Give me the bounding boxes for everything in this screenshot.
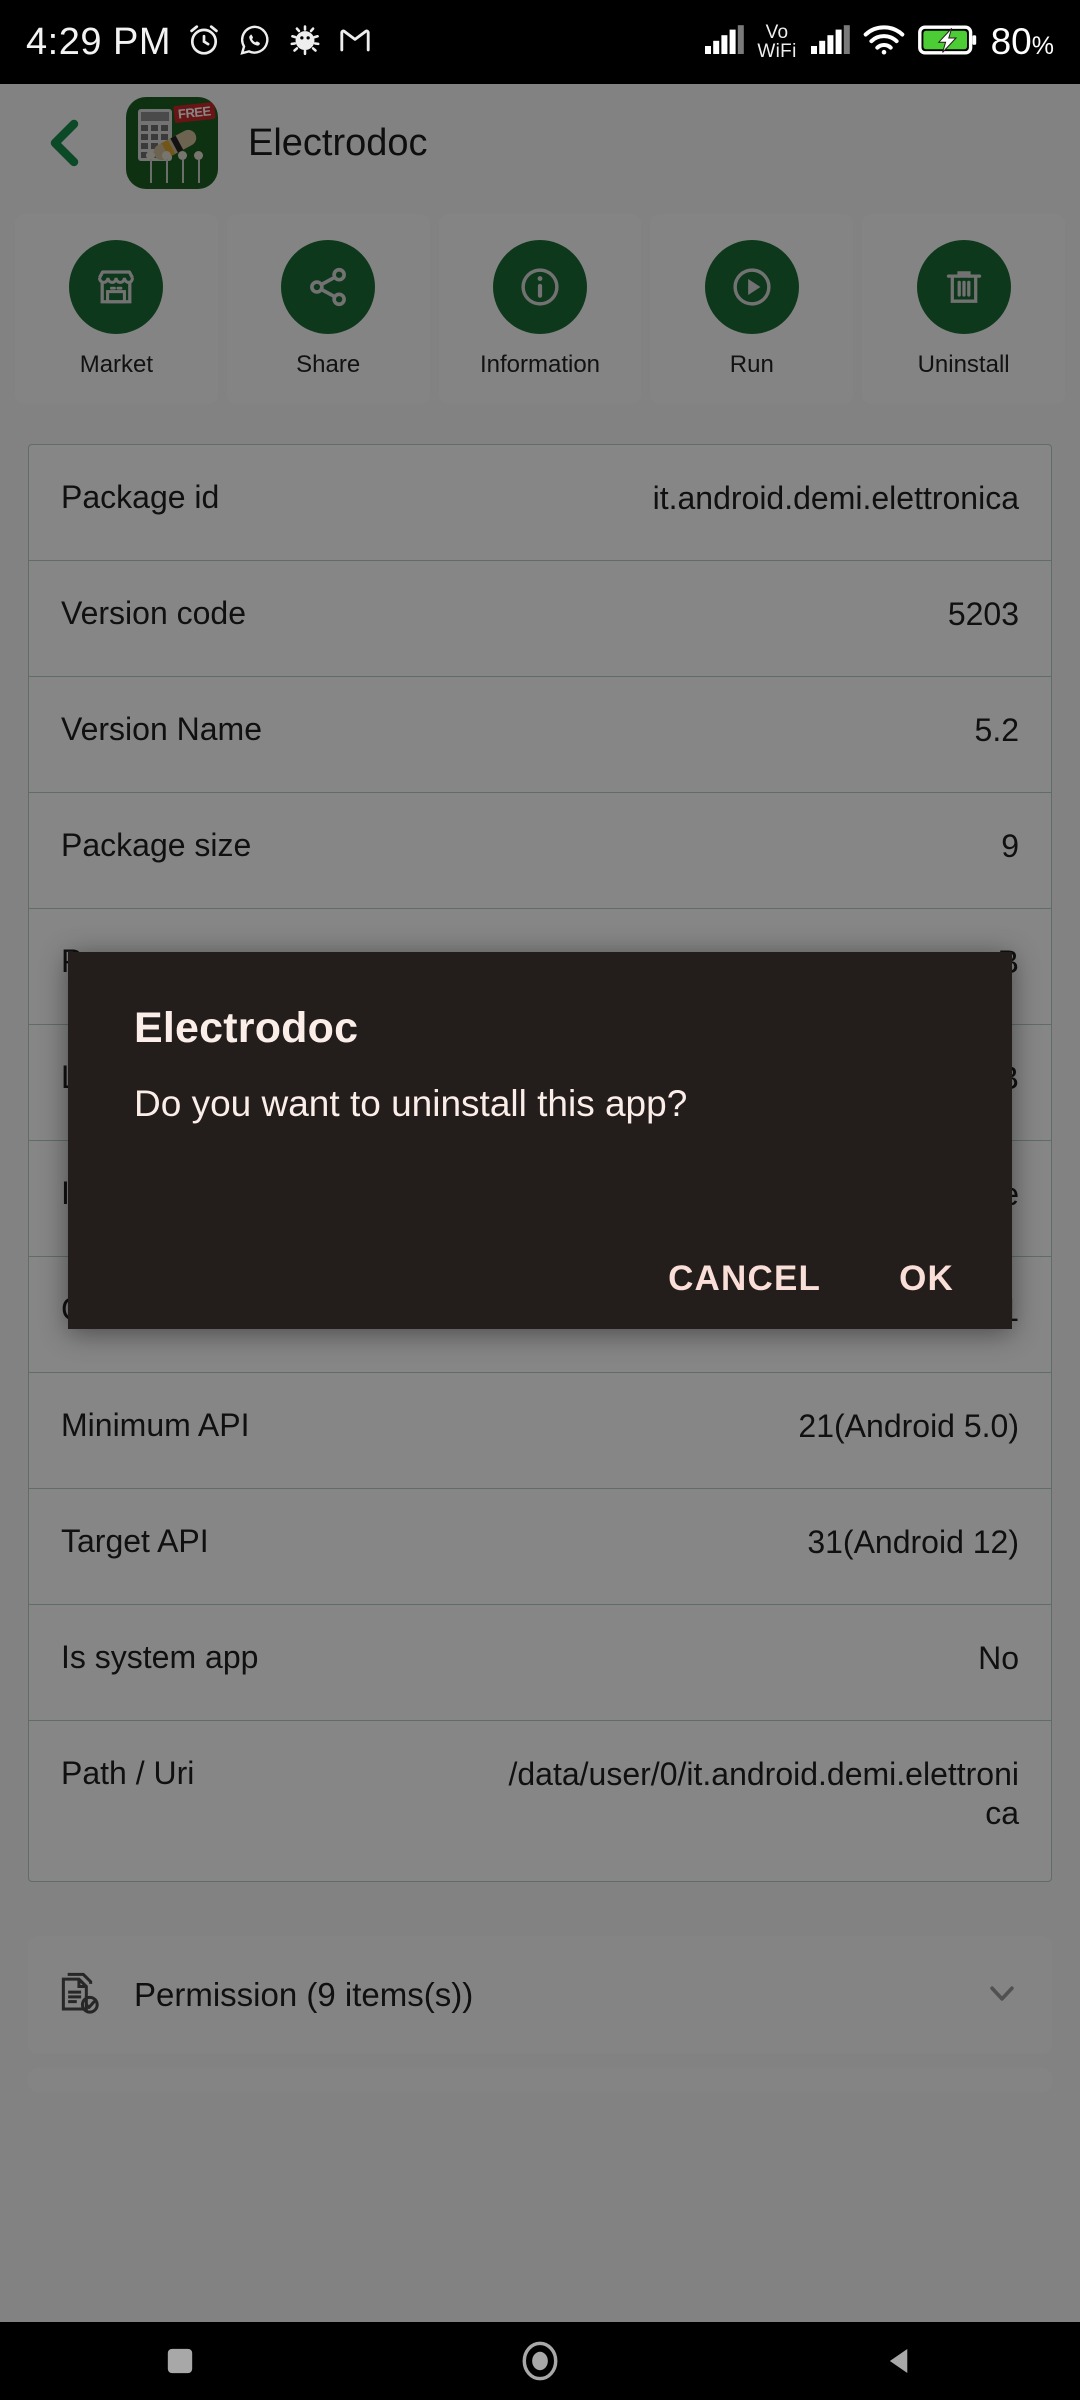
info-value: 31(Android 12)	[807, 1524, 1019, 1560]
dialog-title: Electrodoc	[134, 1004, 359, 1052]
app-icon-lead-1	[150, 159, 152, 183]
action-run[interactable]: Run	[650, 214, 854, 404]
table-row[interactable]: Package size 9	[29, 793, 1051, 909]
info-key: Is system app	[61, 1639, 259, 1675]
table-row[interactable]: Target API 31(Android 12)	[29, 1489, 1051, 1605]
signal-sim2-icon	[810, 24, 850, 61]
action-label: Uninstall	[917, 350, 1010, 378]
action-market[interactable]: Market	[15, 214, 218, 404]
signal-sim1-icon	[704, 24, 745, 61]
info-key: Path / Uri	[61, 1755, 195, 1791]
play-circle-icon	[704, 239, 799, 334]
table-row[interactable]: Version code 5203	[29, 561, 1051, 677]
gmail-icon	[337, 22, 373, 63]
action-share[interactable]: Share	[226, 214, 430, 404]
info-key: Target API	[61, 1523, 209, 1559]
info-key: Package size	[61, 827, 252, 863]
info-key: Version code	[61, 595, 247, 631]
battery-percent-symbol: %	[1031, 32, 1054, 60]
android-bug-icon	[287, 22, 323, 63]
alarm-icon	[185, 21, 223, 64]
recents-square-icon[interactable]	[105, 2322, 255, 2400]
vowifi-line1: Vo	[765, 22, 789, 43]
dialog-message: Do you want to uninstall this app?	[134, 1083, 688, 1124]
status-bar: 4:29 PM Vo WiFi 80%	[0, 0, 1080, 84]
trash-icon	[916, 239, 1011, 334]
home-circle-icon[interactable]	[465, 2322, 615, 2400]
back-triangle-icon[interactable]	[825, 2322, 975, 2400]
chevron-down-icon[interactable]	[980, 1971, 1024, 2020]
battery-percent-value: 80	[990, 21, 1032, 62]
info-value: 9	[1001, 828, 1019, 864]
info-key: Package id	[61, 479, 220, 515]
action-label: Share	[296, 350, 361, 378]
electrodoc-app-icon: FREE	[126, 97, 218, 189]
info-value: No	[978, 1640, 1019, 1676]
status-bar-left: 4:29 PM	[26, 21, 373, 64]
table-row[interactable]: Is system app No	[29, 1605, 1051, 1721]
info-value: 5.2	[974, 712, 1019, 748]
dialog-actions: CANCEL OK	[668, 1259, 954, 1299]
permission-section-next	[28, 2068, 1052, 2092]
vowifi-line2: WiFi	[757, 41, 797, 62]
action-bar: Market Share Information Run Uninstall	[0, 214, 1080, 404]
info-value: 5203	[947, 596, 1019, 632]
app-icon-lead-2	[166, 159, 168, 183]
table-row[interactable]: Minimum API 21(Android 5.0)	[29, 1373, 1051, 1489]
whatsapp-icon	[237, 22, 273, 63]
action-label: Run	[729, 350, 774, 378]
phone-screen: 4:29 PM Vo WiFi 80% FREE Electrodoc Mark…	[0, 0, 1080, 2400]
info-key: Minimum API	[61, 1407, 250, 1443]
info-key: Version Name	[61, 711, 262, 747]
status-bar-right: Vo WiFi 80%	[704, 21, 1054, 63]
action-uninstall[interactable]: Uninstall	[862, 214, 1065, 404]
status-bar-clock: 4:29 PM	[26, 20, 172, 63]
info-value: 21(Android 5.0)	[798, 1408, 1019, 1444]
ok-button[interactable]: OK	[899, 1259, 954, 1299]
uninstall-confirm-dialog: Electrodoc Do you want to uninstall this…	[68, 952, 1012, 1329]
system-nav-bar	[0, 2322, 1080, 2400]
info-value: it.android.demi.elettronica	[652, 480, 1019, 516]
info-icon	[492, 239, 587, 334]
action-label: Market	[79, 350, 154, 378]
action-information[interactable]: Information	[438, 214, 642, 404]
battery-charging-icon	[917, 24, 978, 61]
share-icon	[281, 239, 376, 334]
battery-percent: 80%	[991, 21, 1054, 63]
wifi-icon	[863, 24, 905, 61]
table-row[interactable]: Path / Uri /data/user/0/it.android.demi.…	[29, 1721, 1051, 1881]
info-value: /data/user/0/it.android.demi.elettronica	[508, 1756, 1019, 1832]
table-row[interactable]: Version Name 5.2	[29, 677, 1051, 793]
document-check-icon	[56, 1967, 108, 2024]
vowifi-icon: Vo WiFi	[757, 23, 796, 61]
app-icon-free-badge: FREE	[173, 101, 216, 124]
app-icon-lead-4	[198, 159, 200, 183]
app-icon-lead-3	[182, 159, 184, 183]
permission-label: Permission (9 items(s))	[134, 1976, 474, 2013]
cancel-button[interactable]: CANCEL	[668, 1259, 821, 1299]
action-label: Information	[479, 350, 601, 378]
back-chevron-icon[interactable]	[36, 113, 96, 173]
table-row[interactable]: Package id it.android.demi.elettronica	[29, 445, 1051, 561]
page-title: Electrodoc	[248, 121, 428, 164]
permission-section-header[interactable]: Permission (9 items(s))	[28, 1936, 1052, 2054]
app-bar: FREE Electrodoc	[0, 84, 1080, 202]
store-icon	[69, 239, 164, 334]
